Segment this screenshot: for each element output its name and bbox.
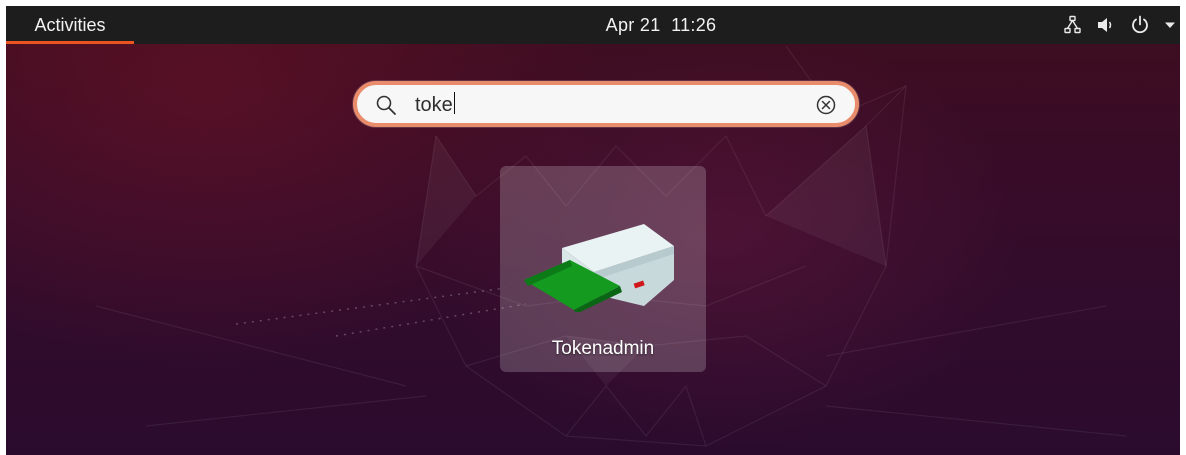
network-icon	[1064, 15, 1081, 34]
activities-label: Activities	[34, 14, 106, 35]
top-bar: Activities Apr 21 11:26	[6, 6, 1180, 44]
activities-button[interactable]: Activities	[6, 6, 134, 44]
activities-indicator	[6, 41, 134, 44]
search-field[interactable]: toke	[353, 81, 859, 127]
search-icon	[376, 95, 396, 115]
clock-label: Apr 21 11:26	[605, 14, 717, 35]
search-input[interactable]: toke	[415, 92, 455, 118]
app-result-tokenadmin[interactable]: Tokenadmin	[500, 166, 706, 372]
smartcard-reader-icon	[524, 224, 674, 312]
power-icon	[1132, 15, 1148, 34]
app-result-label: Tokenadmin	[551, 338, 655, 359]
desktop-overview: Activities Apr 21 11:26 toke Tokenadmin	[6, 6, 1180, 455]
system-tray[interactable]	[1064, 6, 1176, 44]
clock-button[interactable]: Apr 21 11:26	[566, 6, 756, 44]
clear-icon[interactable]	[815, 94, 837, 116]
volume-icon	[1098, 18, 1112, 32]
chevron-down-icon	[1165, 22, 1175, 28]
search-input-value: toke	[415, 94, 453, 116]
text-caret	[453, 92, 455, 114]
